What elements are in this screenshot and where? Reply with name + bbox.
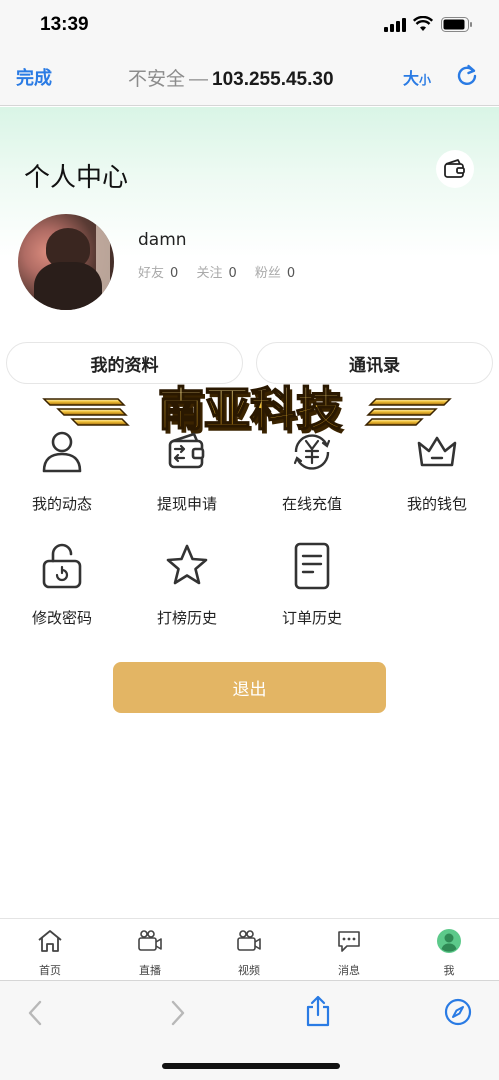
grid-withdraw[interactable]: 提现申请 — [132, 427, 242, 514]
back-arrow-icon[interactable] — [26, 999, 44, 1027]
avatar[interactable] — [18, 214, 114, 310]
tab-me[interactable]: 我 — [419, 927, 479, 978]
grid-label: 在线充值 — [281, 495, 342, 513]
text-size-small-label: 小 — [419, 73, 432, 87]
grid-order-history[interactable]: 订单历史 — [257, 541, 367, 628]
cellular-signal-icon — [384, 18, 406, 32]
bottom-tab-bar: 首页 直播 视频 消息 我 — [0, 918, 499, 980]
tab-live[interactable]: 直播 — [120, 927, 180, 978]
stat-label-fans: 粉丝 — [254, 266, 281, 281]
document-icon — [294, 542, 330, 590]
tab-video[interactable]: 视频 — [219, 927, 279, 978]
username: damn — [138, 230, 187, 250]
stat-value-following: 0 — [228, 266, 237, 281]
crown-icon — [417, 436, 457, 467]
home-icon — [38, 930, 62, 952]
compass-icon[interactable] — [444, 998, 472, 1026]
logout-button[interactable]: 退出 — [113, 662, 386, 713]
video-camera-icon — [237, 930, 261, 951]
url-separator: — — [189, 69, 209, 90]
wallet-shortcut-button[interactable] — [436, 150, 474, 188]
grid-change-password[interactable]: 修改密码 — [7, 541, 117, 628]
tab-label: 直播 — [139, 964, 161, 977]
tab-label: 我 — [443, 964, 455, 977]
wifi-icon — [413, 16, 433, 31]
not-secure-label: 不安全 — [128, 69, 186, 90]
text-size-button[interactable]: 大小 — [403, 65, 431, 89]
text-size-big-label: 大 — [403, 69, 420, 88]
grid-my-activity[interactable]: 我的动态 — [7, 427, 117, 514]
done-button[interactable]: 完成 — [16, 64, 52, 90]
stat-label-friends: 好友 — [138, 266, 165, 281]
stat-label-following: 关注 — [196, 266, 223, 281]
battery-icon — [441, 17, 472, 32]
tab-label: 视频 — [238, 964, 260, 977]
status-time: 13:39 — [40, 14, 89, 35]
lock-icon — [42, 543, 82, 589]
withdraw-wallet-icon — [168, 432, 205, 469]
wallet-icon — [444, 159, 465, 178]
video-camera-icon — [138, 930, 162, 951]
tab-label: 消息 — [338, 964, 360, 977]
watermark-right-wings — [364, 398, 452, 426]
yuan-recharge-icon — [293, 434, 331, 470]
url-display[interactable]: 不安全 —103.255.45.30 — [128, 64, 334, 91]
grid-ranking-history[interactable]: 打榜历史 — [132, 541, 242, 628]
tab-messages[interactable]: 消息 — [319, 927, 379, 978]
share-icon[interactable] — [304, 995, 332, 1027]
reload-icon[interactable] — [456, 63, 478, 87]
message-icon — [338, 931, 360, 952]
stat-value-fans: 0 — [286, 266, 296, 281]
status-bar: 13:39 — [0, 0, 499, 48]
forward-arrow-icon[interactable] — [169, 999, 187, 1027]
watermark-left-wings — [42, 398, 130, 426]
user-icon — [42, 431, 82, 473]
profile-stats: 好友 0 关注 0 粉丝 0 — [138, 262, 309, 281]
grid-label: 修改密码 — [31, 609, 92, 627]
stat-value-friends: 0 — [170, 266, 179, 281]
grid-my-wallet[interactable]: 我的钱包 — [382, 427, 492, 514]
grid-label: 打榜历史 — [156, 609, 217, 627]
tab-label: 首页 — [39, 964, 61, 977]
grid-label: 我的钱包 — [406, 495, 467, 513]
browser-address-bar: 完成 不安全 —103.255.45.30 大小 — [0, 48, 499, 106]
grid-label: 订单历史 — [281, 609, 342, 627]
grid-recharge[interactable]: 在线充值 — [257, 427, 367, 514]
profile-icon — [437, 929, 461, 953]
tab-home[interactable]: 首页 — [20, 927, 80, 978]
star-icon — [166, 544, 208, 585]
url-host: 103.255.45.30 — [212, 69, 334, 90]
grid-label: 提现申请 — [156, 495, 217, 513]
grid-label: 我的动态 — [31, 495, 92, 513]
home-indicator — [162, 1063, 340, 1069]
page-title: 个人中心 — [24, 163, 129, 193]
